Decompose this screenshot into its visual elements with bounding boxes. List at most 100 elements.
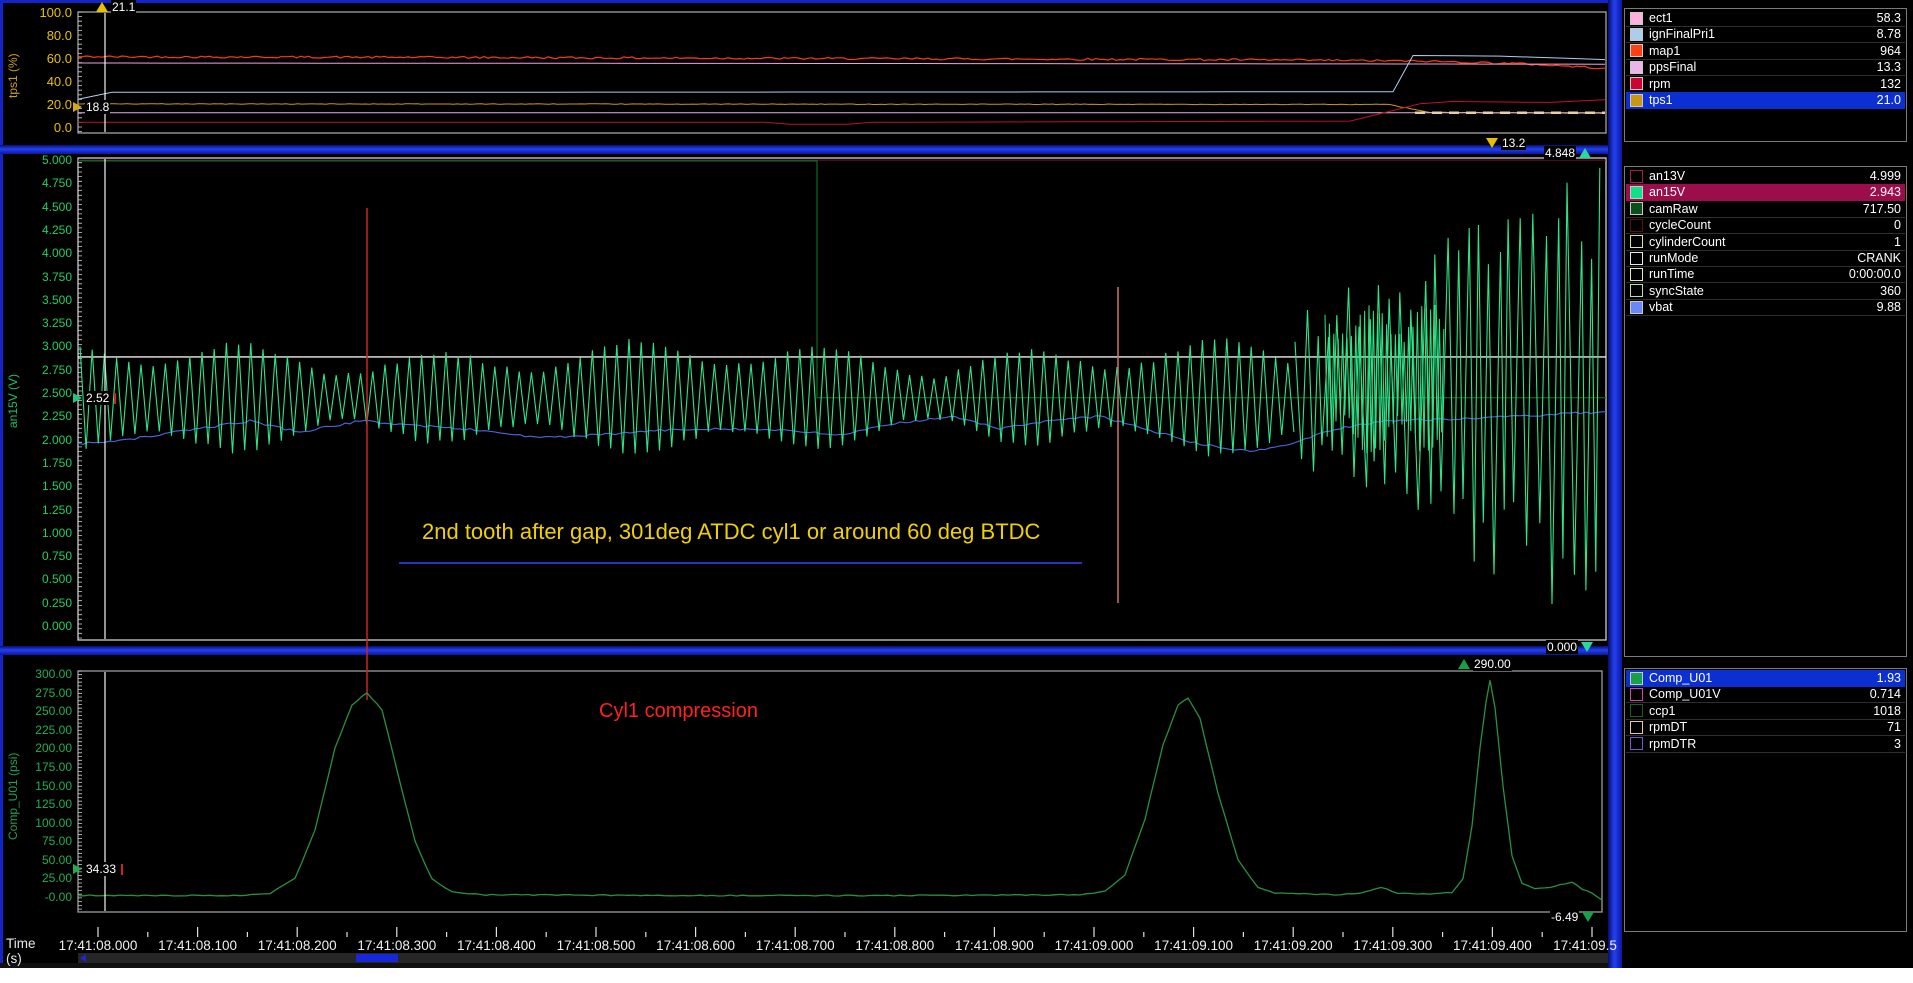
an15v-axis-tick: 3.000 [2, 340, 72, 352]
time-axis-unit: Time (s) [6, 936, 36, 966]
top-max-marker-text: 21.1 [111, 0, 136, 14]
legend-row-vbat[interactable]: vbat9.88 [1626, 299, 1905, 316]
tps-axis-tick: 0.0 [2, 122, 72, 134]
legend-row-cycleCount[interactable]: cycleCount0 [1626, 217, 1905, 234]
comp-axis-tick: 150.00 [2, 780, 72, 792]
time-axis-unit-line2: (s) [6, 951, 36, 966]
legend-row-Comp_U01[interactable]: Comp_U011.93 [1626, 670, 1905, 687]
scrollbar-thumb[interactable] [356, 954, 398, 962]
series-swatch-icon [1630, 44, 1643, 57]
legend-row-an15V[interactable]: an15V2.943 [1626, 184, 1905, 201]
legend-row-runTime[interactable]: runTime0:00:00.0 [1626, 266, 1905, 283]
an15v-axis-tick: 2.500 [2, 387, 72, 399]
legend-value: 9.88 [1877, 300, 1905, 314]
legend-label: runTime [1649, 267, 1849, 281]
an15v-axis-tick: 4.500 [2, 201, 72, 213]
series-swatch-icon [1630, 704, 1643, 717]
legend-label: ect1 [1649, 11, 1877, 25]
legend-value: 4.999 [1870, 169, 1905, 183]
panel-divider-2[interactable] [0, 646, 1622, 655]
legend-value: 0.714 [1870, 687, 1905, 701]
mid-cursor-value-text: 2.52 [85, 391, 110, 405]
an15v-axis-tick: 1.000 [2, 527, 72, 539]
legend-value: 717.50 [1863, 202, 1905, 216]
an15v-axis-tick: 0.500 [2, 573, 72, 585]
legend-row-rpm[interactable]: rpm132 [1626, 76, 1905, 93]
legend-row-ccp1[interactable]: ccp11018 [1626, 703, 1905, 720]
mid-max-marker: 4.848 [1544, 146, 1591, 160]
mid-max-marker-text: 4.848 [1544, 146, 1576, 160]
legend-label: Comp_U01 [1649, 671, 1877, 685]
legend-row-runMode[interactable]: runModeCRANK [1626, 250, 1905, 267]
bottom-max-marker: 290.00 [1458, 657, 1512, 671]
cursor-red-tick [121, 864, 123, 875]
compression-annotation: Cyl1 compression [599, 700, 758, 723]
panel-divider-1[interactable] [0, 145, 1622, 154]
tooth-annotation-underline [399, 562, 1082, 564]
legend-label: an13V [1649, 169, 1870, 183]
series-swatch-icon [1630, 672, 1643, 685]
time-axis-label: 17:41:08.400 [457, 938, 536, 953]
top-min-marker: 13.2 [1486, 136, 1526, 150]
legend-row-tps1[interactable]: tps121.0 [1626, 92, 1905, 109]
legend-value: 2.943 [1870, 185, 1905, 199]
legend-row-ignFinalPri1[interactable]: ignFinalPri18.78 [1626, 26, 1905, 43]
top-cursor-value: 18.8 [73, 100, 110, 114]
tps-axis-tick: 60.0 [2, 53, 72, 65]
time-axis-label: 17:41:09.400 [1453, 938, 1532, 953]
comp-axis-tick: -0.00 [2, 891, 72, 903]
mid-cursor-value: 2.52 [73, 391, 116, 405]
legend-row-Comp_U01V[interactable]: Comp_U01V0.714 [1626, 686, 1905, 703]
scrollbar-left-arrow-icon[interactable] [80, 954, 86, 962]
time-scrollbar[interactable] [78, 953, 1608, 963]
legend-value: CRANK [1857, 251, 1905, 265]
legend-row-rpmDTR[interactable]: rpmDTR3 [1626, 736, 1905, 753]
time-axis-label: 17:41:09.5 [1553, 938, 1617, 953]
time-axis-label: 17:41:09.100 [1154, 938, 1233, 953]
legend-value: 3 [1894, 737, 1905, 751]
legend-row-cylinderCount[interactable]: cylinderCount1 [1626, 234, 1905, 251]
bottom-cursor-value: 34.33 [73, 862, 123, 876]
time-axis-label: 17:41:09.000 [1055, 938, 1134, 953]
comp-axis-tick: 75.00 [2, 835, 72, 847]
right-triangle-icon [73, 102, 82, 112]
legend-value: 0:00:00.0 [1849, 267, 1905, 281]
series-swatch-icon [1630, 77, 1643, 90]
series-swatch-icon [1630, 737, 1643, 750]
legend-row-camRaw[interactable]: camRaw717.50 [1626, 201, 1905, 218]
time-axis-label: 17:41:08.300 [357, 938, 436, 953]
down-triangle-icon [1486, 138, 1498, 148]
legend-row-map1[interactable]: map1964 [1626, 43, 1905, 60]
time-axis-label: 17:41:09.300 [1353, 938, 1432, 953]
up-triangle-icon [96, 2, 108, 12]
legend-label: map1 [1649, 44, 1880, 58]
an15v-axis-tick: 2.250 [2, 410, 72, 422]
legend-label: ppsFinal [1649, 60, 1877, 74]
legend-label: Comp_U01V [1649, 687, 1870, 701]
legend-row-rpmDT[interactable]: rpmDT71 [1626, 719, 1905, 736]
legend-label: camRaw [1649, 202, 1863, 216]
legend-value: 1018 [1873, 704, 1905, 718]
legend-value: 1 [1894, 235, 1905, 249]
legend-label: rpmDT [1649, 720, 1887, 734]
legend-row-ect1[interactable]: ect158.3 [1626, 10, 1905, 27]
panel-divider-vertical[interactable] [1608, 0, 1622, 968]
an15v-axis-tick: 2.750 [2, 364, 72, 376]
legend-row-an13V[interactable]: an13V4.999 [1626, 168, 1905, 185]
right-triangle-icon [73, 864, 82, 874]
comp-axis-tick: 25.00 [2, 872, 72, 884]
top-max-marker: 21.1 [96, 0, 136, 14]
bottom-cursor-value-text: 34.33 [85, 862, 117, 876]
right-triangle-icon [73, 393, 82, 403]
an15v-axis-tick: 3.500 [2, 294, 72, 306]
down-triangle-icon [1581, 642, 1593, 652]
legend-value: 21.0 [1877, 93, 1905, 107]
legend-row-ppsFinal[interactable]: ppsFinal13.3 [1626, 59, 1905, 76]
legend-column: ect158.3ignFinalPri18.78map1964ppsFinal1… [1622, 0, 1913, 968]
an15v-axis-tick: 2.000 [2, 434, 72, 446]
an15v-axis-tick: 0.000 [2, 620, 72, 632]
an15v-axis-tick: 1.500 [2, 480, 72, 492]
series-swatch-icon [1630, 219, 1643, 232]
legend-row-syncState[interactable]: syncState360 [1626, 283, 1905, 300]
up-triangle-icon [1458, 659, 1470, 669]
